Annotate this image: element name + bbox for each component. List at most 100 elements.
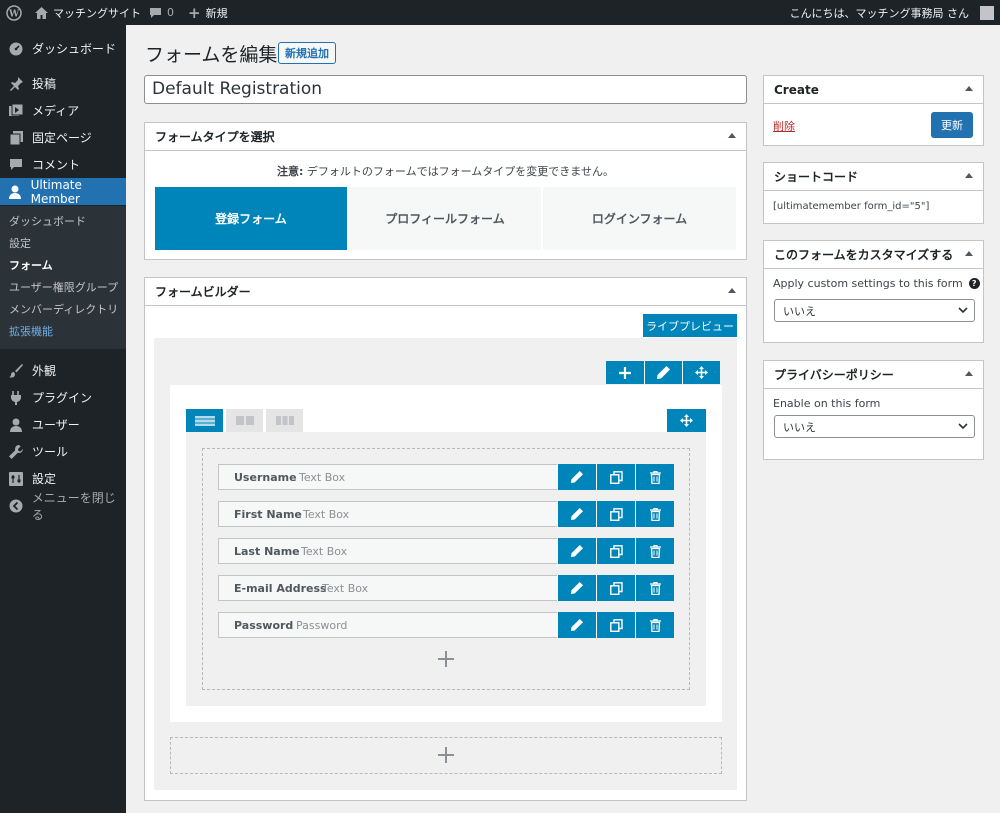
toggle-arrow-icon[interactable]: [965, 173, 973, 178]
account-menu[interactable]: こんにちは、マッチング事務局 さん: [790, 0, 994, 25]
duplicate-field-button[interactable]: [596, 501, 635, 527]
row-controls: [606, 361, 720, 384]
move-column-button[interactable]: [667, 409, 706, 432]
duplicate-field-button[interactable]: [596, 538, 635, 564]
delete-field-button[interactable]: [635, 538, 674, 564]
field-row-last-name[interactable]: Last Name Text Box: [218, 538, 674, 564]
field-label: First Name: [234, 507, 302, 521]
user-icon: [8, 184, 23, 200]
shortcode-header[interactable]: ショートコード: [764, 163, 983, 191]
field-row-password[interactable]: Password Password: [218, 612, 674, 638]
privacy-label: Enable on this form: [773, 397, 881, 410]
page-title: フォームを編集: [145, 44, 278, 66]
collapse-label: メニューを閉じる: [31, 490, 116, 522]
wp-logo-icon[interactable]: W: [6, 0, 22, 25]
type-registration-button[interactable]: 登録フォーム: [155, 187, 347, 250]
privacy-select[interactable]: いいえ: [774, 415, 975, 438]
menu-tools[interactable]: ツール: [0, 438, 126, 465]
submenu-forms[interactable]: フォーム: [9, 255, 53, 275]
wrench-icon: [8, 444, 24, 460]
site-name-link[interactable]: マッチングサイト: [35, 0, 141, 25]
add-new-button[interactable]: 新規追加: [278, 42, 336, 64]
form-title-input[interactable]: Default Registration: [144, 75, 747, 104]
field-row-username[interactable]: Username Text Box: [218, 464, 674, 490]
toggle-arrow-icon[interactable]: [965, 371, 973, 376]
submenu-user-roles[interactable]: ユーザー権限グループ: [9, 277, 118, 297]
field-label: Password: [234, 618, 294, 632]
duplicate-field-button[interactable]: [596, 464, 635, 490]
submenu-extensions[interactable]: 拡張機能: [9, 321, 53, 341]
menu-media[interactable]: メディア: [0, 97, 126, 124]
site-name: マッチングサイト: [53, 6, 141, 20]
comments-link[interactable]: 0: [149, 0, 174, 25]
duplicate-field-button[interactable]: [596, 612, 635, 638]
form-type-header[interactable]: フォームタイプを選択: [145, 123, 746, 151]
field-label: Last Name: [234, 544, 300, 558]
edit-field-button[interactable]: [557, 575, 596, 601]
field-row-first-name[interactable]: First Name Text Box: [218, 501, 674, 527]
customize-select[interactable]: いいえ: [774, 299, 975, 322]
delete-field-button[interactable]: [635, 501, 674, 527]
admin-sidebar: ダッシュボード 投稿 メディア 固定ページ コメント Ultimate Memb…: [0, 25, 126, 813]
edit-field-button[interactable]: [557, 464, 596, 490]
menu-label: ダッシュボード: [32, 42, 117, 56]
duplicate-field-button[interactable]: [596, 575, 635, 601]
move-row-button[interactable]: [682, 361, 720, 384]
add-row-button[interactable]: [606, 361, 644, 384]
menu-dashboard[interactable]: ダッシュボード: [0, 35, 126, 62]
type-login-button[interactable]: ログインフォーム: [543, 187, 736, 250]
menu-users[interactable]: ユーザー: [0, 411, 126, 438]
delete-field-button[interactable]: [635, 464, 674, 490]
live-preview-button[interactable]: ライブプレビュー: [643, 314, 737, 337]
privacy-box: プライバシーポリシー Enable on this form いいえ: [763, 360, 984, 460]
submenu-dashboard[interactable]: ダッシュボード: [9, 211, 86, 231]
form-builder-header[interactable]: フォームビルダー: [145, 278, 746, 306]
menu-posts[interactable]: 投稿: [0, 70, 126, 97]
customize-heading: このフォームをカスタマイズする: [774, 248, 954, 262]
menu-ultimate-member[interactable]: Ultimate Member: [0, 177, 126, 206]
menu-label: Ultimate Member: [30, 177, 82, 206]
create-header[interactable]: Create: [764, 76, 983, 104]
menu-label: 設定: [32, 472, 57, 486]
new-content-link[interactable]: + 新規: [188, 0, 228, 25]
menu-plugins[interactable]: プラグイン: [0, 384, 126, 411]
settings-icon: [8, 471, 24, 487]
field-label: E-mail Address: [234, 581, 327, 595]
edit-row-button[interactable]: [644, 361, 682, 384]
update-button[interactable]: 更新: [931, 112, 973, 138]
layout-two-column-tab[interactable]: [226, 409, 263, 432]
customize-select-value: いいえ: [783, 304, 816, 318]
delete-field-button[interactable]: [635, 575, 674, 601]
edit-field-button[interactable]: [557, 501, 596, 527]
customize-label-text: Apply custom settings to this form: [773, 277, 963, 290]
field-row-email[interactable]: E-mail Address Text Box: [218, 575, 674, 601]
help-icon[interactable]: ?: [968, 278, 980, 289]
menu-label: 固定ページ: [32, 131, 92, 145]
add-row-plus-icon[interactable]: [431, 742, 461, 768]
submenu-settings[interactable]: 設定: [9, 233, 31, 253]
layout-one-column-tab[interactable]: [186, 409, 223, 432]
menu-appearance[interactable]: 外観: [0, 357, 126, 384]
delete-link[interactable]: 削除: [773, 118, 795, 134]
edit-field-button[interactable]: [557, 538, 596, 564]
layout-three-column-tab[interactable]: [266, 409, 303, 432]
toggle-arrow-icon[interactable]: [728, 133, 736, 138]
delete-field-button[interactable]: [635, 612, 674, 638]
toggle-arrow-icon[interactable]: [728, 288, 736, 293]
customize-header[interactable]: このフォームをカスタマイズする: [764, 241, 983, 269]
add-field-plus-icon[interactable]: [431, 646, 461, 672]
edit-field-button[interactable]: [557, 612, 596, 638]
form-type-heading: フォームタイプを選択: [155, 130, 275, 144]
toggle-arrow-icon[interactable]: [965, 86, 973, 91]
shortcode-text[interactable]: [ultimatemember form_id="5"]: [773, 201, 929, 212]
menu-label: 投稿: [32, 77, 57, 91]
submenu-member-directory[interactable]: メンバーディレクトリ: [9, 299, 118, 319]
pin-icon: [8, 76, 24, 92]
privacy-header[interactable]: プライバシーポリシー: [764, 361, 983, 389]
menu-pages[interactable]: 固定ページ: [0, 124, 126, 151]
collapse-menu-button[interactable]: メニューを閉じる: [0, 491, 126, 522]
menu-comments[interactable]: コメント: [0, 151, 126, 178]
toggle-arrow-icon[interactable]: [965, 251, 973, 256]
field-label: Username: [234, 470, 297, 484]
type-profile-button[interactable]: プロフィールフォーム: [349, 187, 541, 250]
